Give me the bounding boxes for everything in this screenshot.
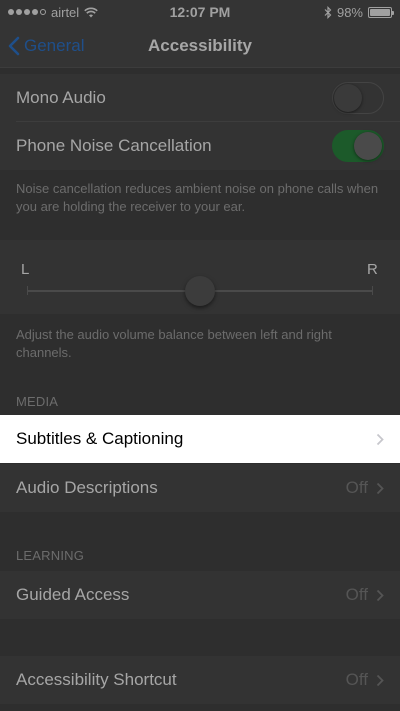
audio-descriptions-detail: Off — [346, 478, 384, 498]
navigation-bar: Accessibility General — [0, 24, 400, 68]
bluetooth-icon — [324, 5, 332, 19]
accessibility-shortcut-row[interactable]: Accessibility Shortcut Off — [0, 656, 400, 704]
wifi-icon — [84, 7, 98, 17]
guided-access-detail: Off — [346, 585, 384, 605]
noise-cancellation-label: Phone Noise Cancellation — [16, 136, 212, 155]
subtitles-captioning-row[interactable]: Subtitles & Captioning — [0, 415, 400, 463]
subtitles-captioning-label: Subtitles & Captioning — [16, 429, 184, 448]
guided-access-label: Guided Access — [16, 585, 130, 604]
chevron-right-icon — [376, 482, 384, 494]
balance-footer: Adjust the audio volume balance between … — [16, 327, 332, 360]
guided-access-row[interactable]: Guided Access Off — [0, 571, 400, 619]
battery-icon — [368, 6, 394, 18]
balance-left-tick — [27, 286, 28, 295]
audio-descriptions-label: Audio Descriptions — [16, 478, 158, 497]
carrier-name: airtel — [51, 4, 80, 20]
accessibility-shortcut-detail: Off — [346, 670, 384, 690]
mono-audio-toggle[interactable] — [332, 82, 384, 114]
balance-left-label: L — [21, 261, 30, 278]
status-right: 98% — [324, 4, 394, 20]
chevron-right-icon — [376, 589, 384, 601]
status-left: airtel — [8, 5, 98, 20]
status-bar: airtel 12:07 PM 98% — [0, 0, 400, 24]
chevron-right-icon — [376, 433, 384, 445]
noise-cancellation-footer: Noise cancellation reduces ambient noise… — [16, 181, 379, 214]
chevron-right-icon — [376, 674, 384, 686]
noise-cancellation-toggle[interactable] — [332, 130, 384, 162]
balance-right-label: R — [367, 261, 378, 278]
balance-right-tick — [372, 286, 373, 295]
learning-section-header: LEARNING — [16, 548, 85, 563]
noise-cancellation-row: Phone Noise Cancellation — [0, 122, 400, 170]
mono-audio-row: Mono Audio — [0, 74, 400, 122]
balance-slider-thumb[interactable] — [185, 276, 215, 306]
back-button[interactable]: General — [8, 24, 84, 68]
accessibility-screen: airtel 12:07 PM 98% Accessibility Genera — [0, 0, 400, 711]
media-section-header: MEDIA — [16, 394, 59, 409]
back-button-label: General — [24, 36, 85, 55]
battery-level — [370, 8, 390, 16]
battery-percentage: 98% — [336, 4, 363, 20]
accessibility-shortcut-label: Accessibility Shortcut — [16, 670, 177, 689]
chevron-left-icon — [8, 36, 20, 56]
mono-audio-label: Mono Audio — [16, 88, 106, 107]
signal-strength-icon — [8, 9, 46, 15]
audio-descriptions-row[interactable]: Audio Descriptions Off — [0, 464, 400, 512]
audio-descriptions-value: Off — [345, 478, 368, 497]
guided-access-value: Off — [345, 585, 368, 604]
accessibility-shortcut-value: Off — [345, 670, 368, 689]
